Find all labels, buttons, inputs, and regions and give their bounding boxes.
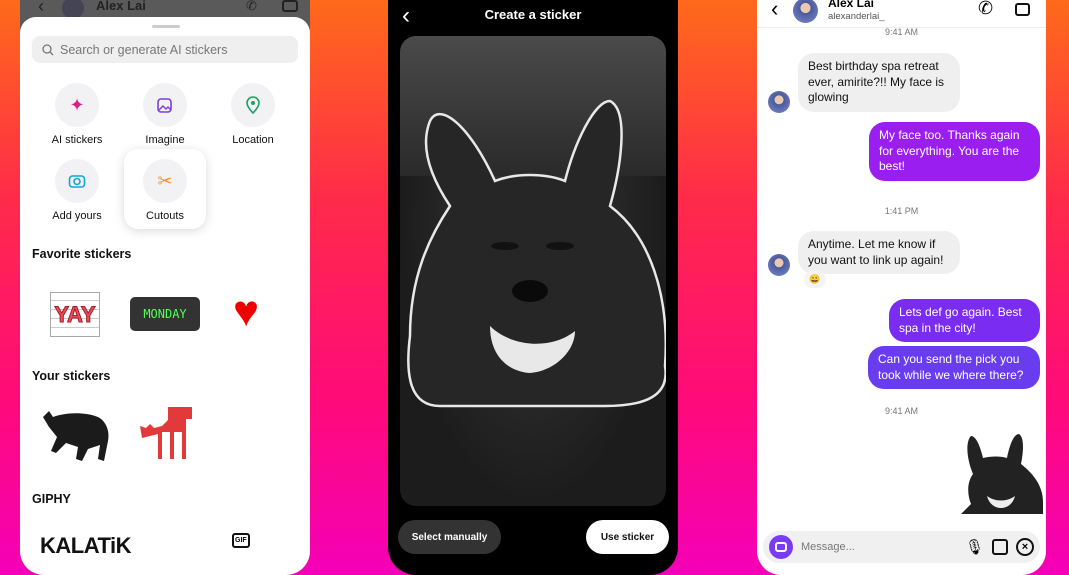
timestamp: 1:41 PM: [884, 206, 919, 216]
video-icon[interactable]: [1015, 3, 1030, 16]
dimmed-chat-header: ‹ Alex Lai ✆: [20, 0, 310, 19]
tile-label: Imagine: [145, 134, 185, 146]
dog-sticker-message[interactable]: [957, 430, 1043, 520]
search-icon: [42, 43, 54, 55]
message-outgoing[interactable]: Lets def go again. Best spa in the city!: [889, 299, 1040, 342]
chat-screen: ‹ Alex Lai alexanderlai_ ✆ 9:41 AM Best …: [757, 0, 1046, 575]
scissors-icon: ✂: [157, 170, 173, 191]
tile-cutouts[interactable]: ✂ Cutouts: [125, 159, 205, 222]
timestamp: 9:41 AM: [884, 406, 919, 416]
search-placeholder: Search or generate AI stickers: [60, 42, 228, 57]
gallery-icon[interactable]: [992, 539, 1008, 555]
message-outgoing[interactable]: My face too. Thanks again for everything…: [869, 122, 1040, 181]
message-composer: Message... 🎙︎ ×: [763, 531, 1040, 563]
sticker-search-input[interactable]: Search or generate AI stickers: [32, 36, 298, 63]
sticker-monday[interactable]: MONDAY: [130, 297, 200, 331]
tile-label: Cutouts: [146, 210, 184, 222]
tile-imagine[interactable]: Imagine: [125, 83, 205, 146]
emoji-reaction[interactable]: 😀: [804, 271, 826, 288]
message-incoming[interactable]: Anytime. Let me know if you want to link…: [798, 231, 960, 274]
avatar[interactable]: [793, 0, 818, 23]
video-icon: [282, 0, 298, 12]
back-icon: ‹: [38, 0, 44, 16]
drag-handle[interactable]: [152, 25, 180, 28]
close-circle-icon[interactable]: ×: [1016, 538, 1034, 556]
sticker-photo-preview[interactable]: [400, 36, 666, 506]
tile-add-yours[interactable]: Add yours: [37, 159, 117, 222]
giphy-heading: GIPHY: [32, 492, 71, 506]
camera-icon: [775, 542, 787, 552]
tile-ai-stickers[interactable]: ✦ AI stickers: [37, 83, 117, 146]
contact-name: Alex Lai: [828, 0, 875, 10]
tile-label: Add yours: [52, 210, 102, 222]
tile-location[interactable]: Location: [213, 83, 293, 146]
phone-icon[interactable]: ✆: [978, 0, 993, 19]
contact-name: Alex Lai: [96, 0, 146, 13]
screen-title: Create a sticker: [484, 7, 582, 22]
sticker-yay[interactable]: YAY: [50, 292, 100, 337]
location-pin-icon: [246, 96, 260, 114]
image-sparkle-icon: [157, 98, 172, 113]
chat-header: ‹ Alex Lai alexanderlai_ ✆: [757, 0, 1046, 28]
sticker-heart[interactable]: ♥: [233, 287, 259, 337]
avatar: [768, 254, 790, 276]
use-sticker-button[interactable]: Use sticker: [586, 520, 669, 554]
phone-icon: ✆: [246, 0, 257, 13]
message-incoming[interactable]: Best birthday spa retreat ever, amirite?…: [798, 53, 960, 112]
contact-username: alexanderlai_: [828, 11, 885, 22]
select-manually-button[interactable]: Select manually: [398, 520, 501, 554]
timestamp: 9:41 AM: [884, 27, 919, 37]
create-sticker-screen: ‹ Create a sticker Select manually Use s…: [388, 0, 678, 575]
sticker-sheet: Search or generate AI stickers ✦ AI stick…: [20, 17, 310, 575]
message-input[interactable]: Message...: [801, 541, 957, 553]
giphy-kalatik[interactable]: KALATiK: [40, 533, 132, 559]
giphy-gif-badge[interactable]: GIF: [232, 533, 250, 548]
microphone-icon[interactable]: 🎙︎: [965, 538, 984, 556]
avatar: [768, 91, 790, 113]
favorite-stickers-heading: Favorite stickers: [32, 247, 132, 261]
camera-button[interactable]: [769, 535, 793, 559]
sticker-tray-screen: ‹ Alex Lai ✆ Search or generate AI stick…: [20, 0, 310, 575]
dog-cutout-outline: [407, 99, 666, 408]
tile-label: Location: [232, 134, 274, 146]
your-stickers-heading: Your stickers: [32, 369, 111, 383]
sticker-dog-cutout[interactable]: [38, 405, 113, 465]
tile-label: AI stickers: [51, 134, 103, 146]
message-outgoing[interactable]: Can you send the pick you took while we …: [868, 346, 1040, 389]
sparkles-icon: ✦: [69, 94, 85, 115]
back-icon[interactable]: ‹: [771, 0, 778, 22]
sticker-red-cat[interactable]: [138, 402, 198, 464]
camera-icon: [68, 175, 86, 188]
